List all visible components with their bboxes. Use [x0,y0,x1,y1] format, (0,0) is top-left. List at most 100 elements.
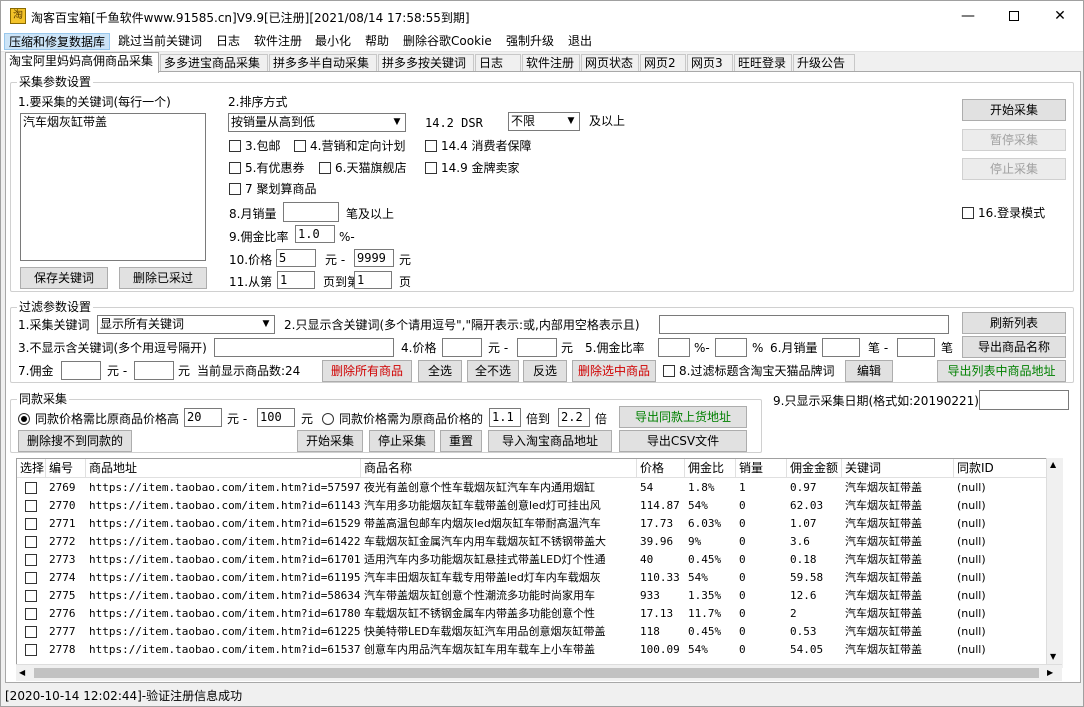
pause-collect-button[interactable]: 暂停采集 [962,129,1066,151]
consumer-guarantee-checkbox[interactable] [425,140,437,152]
tab-register[interactable]: 软件注册 [522,54,580,72]
filter-price-min-input[interactable] [442,338,482,357]
maximize-button[interactable] [991,1,1037,31]
delete-all-button[interactable]: 删除所有商品 [322,360,412,382]
edit-brand-button[interactable]: 编辑 [845,360,893,382]
select-none-button[interactable]: 全不选 [467,360,519,382]
save-keywords-button[interactable]: 保存关键词 [20,267,108,289]
menu-minimize[interactable]: 最小化 [311,33,355,50]
tab-log[interactable]: 日志 [475,54,521,72]
same-price-higher-min-input[interactable]: 20 [184,408,222,427]
tab-web2[interactable]: 网页2 [640,54,686,72]
same-start-button[interactable]: 开始采集 [297,430,363,452]
include-keyword-input[interactable] [659,315,949,334]
delete-selected-button[interactable]: 删除选中商品 [572,360,656,382]
scroll-right-icon[interactable]: ▶ [1047,668,1053,677]
tab-web3[interactable]: 网页3 [687,54,733,72]
refresh-list-button[interactable]: 刷新列表 [962,312,1066,334]
row-select-checkbox[interactable] [25,554,37,566]
menu-help[interactable]: 帮助 [361,33,393,50]
filter-commission-amount-min-input[interactable] [61,361,101,380]
table-row[interactable]: 2778 https://item.taobao.com/item.htm?id=… [17,641,1061,659]
row-select-checkbox[interactable] [25,572,37,584]
export-addresses-button[interactable]: 导出列表中商品地址 [937,360,1066,382]
export-csv-button[interactable]: 导出CSV文件 [619,430,747,452]
table-row[interactable]: 2777 https://item.taobao.com/item.htm?id=… [17,623,1061,641]
sort-select[interactable]: 按销量从高到低 ▼ [228,113,406,132]
menu-exit[interactable]: 退出 [564,33,596,50]
col-header-id[interactable]: 编号 [46,459,86,478]
table-row[interactable]: 2775 https://item.taobao.com/item.htm?id=… [17,587,1061,605]
col-header-keyword[interactable]: 关键词 [842,459,954,478]
tab-pdd-keyword[interactable]: 拼多多按关键词 [378,54,474,72]
menu-delete-cookie[interactable]: 删除谷歌Cookie [399,33,496,50]
filter-commission-amount-max-input[interactable] [134,361,174,380]
col-header-commission-rate[interactable]: 佣金比 [685,459,736,478]
page-from-input[interactable]: 1 [277,271,315,289]
filter-keyword-select[interactable]: 显示所有关键词 ▼ [97,315,275,334]
import-addresses-button[interactable]: 导入淘宝商品地址 [488,430,612,452]
horizontal-scrollbar[interactable]: ◀ ▶ [16,664,1062,681]
menu-log[interactable]: 日志 [212,33,244,50]
free-shipping-checkbox[interactable] [229,140,241,152]
tab-web-status[interactable]: 网页状态 [581,54,639,72]
invert-selection-button[interactable]: 反选 [523,360,567,382]
menu-compact-db[interactable]: 压缩和修复数据库 [4,33,111,50]
scroll-up-icon[interactable]: ▲ [1050,460,1056,469]
tab-pdd-semi-auto[interactable]: 拼多多半自动采集 [269,54,377,72]
same-price-ratio-radio[interactable] [322,413,334,425]
reset-button[interactable]: 重置 [440,430,482,452]
table-row[interactable]: 2769 https://item.taobao.com/item.htm?id=… [17,479,1061,497]
row-select-checkbox[interactable] [25,500,37,512]
table-row[interactable]: 2772 https://item.taobao.com/item.htm?id=… [17,533,1061,551]
minimize-button[interactable]: — [945,1,991,31]
dsr-select[interactable]: 不限 ▼ [508,112,580,131]
row-select-checkbox[interactable] [25,644,37,656]
row-select-checkbox[interactable] [25,590,37,602]
start-collect-button[interactable]: 开始采集 [962,99,1066,121]
gold-seller-checkbox[interactable] [425,162,437,174]
coupon-checkbox[interactable] [229,162,241,174]
stop-collect-button[interactable]: 停止采集 [962,158,1066,180]
filter-sales-max-input[interactable] [897,338,935,357]
exclude-keyword-input[interactable] [214,338,394,357]
col-header-price[interactable]: 价格 [637,459,685,478]
table-row[interactable]: 2776 https://item.taobao.com/item.htm?id=… [17,605,1061,623]
keyword-list-textarea[interactable]: 汽车烟灰缸带盖 [20,113,206,261]
same-price-ratio-min-input[interactable]: 1.1 [489,408,521,427]
page-to-input[interactable]: 1 [354,271,392,289]
col-header-name[interactable]: 商品名称 [361,459,637,478]
same-price-higher-max-input[interactable]: 100 [257,408,295,427]
row-select-checkbox[interactable] [25,536,37,548]
table-row[interactable]: 2770 https://item.taobao.com/item.htm?id=… [17,497,1061,515]
col-header-same-id[interactable]: 同款ID [954,459,1054,478]
delete-no-same-style-button[interactable]: 删除搜不到同款的 [18,430,132,452]
same-price-ratio-max-input[interactable]: 2.2 [558,408,590,427]
scrollbar-thumb[interactable] [34,668,1039,678]
scroll-down-icon[interactable]: ▼ [1050,652,1056,661]
close-button[interactable]: ✕ [1037,1,1083,31]
tmall-flagship-checkbox[interactable] [319,162,331,174]
export-names-button[interactable]: 导出商品名称 [962,336,1066,358]
tab-upgrade-notice[interactable]: 升级公告 [793,54,855,72]
menu-force-upgrade[interactable]: 强制升级 [502,33,558,50]
row-select-checkbox[interactable] [25,518,37,530]
same-price-higher-radio[interactable] [18,413,30,425]
same-stop-button[interactable]: 停止采集 [369,430,435,452]
delete-collected-button[interactable]: 删除已采过 [119,267,207,289]
table-row[interactable]: 2773 https://item.taobao.com/item.htm?id=… [17,551,1061,569]
scroll-left-icon[interactable]: ◀ [19,668,25,677]
row-select-checkbox[interactable] [25,626,37,638]
select-all-button[interactable]: 全选 [418,360,462,382]
filter-price-max-input[interactable] [517,338,557,357]
tab-taobao-collect[interactable]: 淘宝阿里妈妈高佣商品采集 [5,52,159,73]
price-min-input[interactable]: 5 [276,249,316,267]
date-filter-input[interactable] [979,390,1069,410]
table-row[interactable]: 2774 https://item.taobao.com/item.htm?id=… [17,569,1061,587]
row-select-checkbox[interactable] [25,608,37,620]
tab-duoduo-collect[interactable]: 多多进宝商品采集 [160,54,268,72]
vertical-scrollbar[interactable]: ▲ ▼ [1046,458,1063,668]
monthly-sales-input[interactable] [283,202,339,222]
menu-skip-keyword[interactable]: 跳过当前关键词 [114,33,206,50]
menu-register[interactable]: 软件注册 [250,33,306,50]
